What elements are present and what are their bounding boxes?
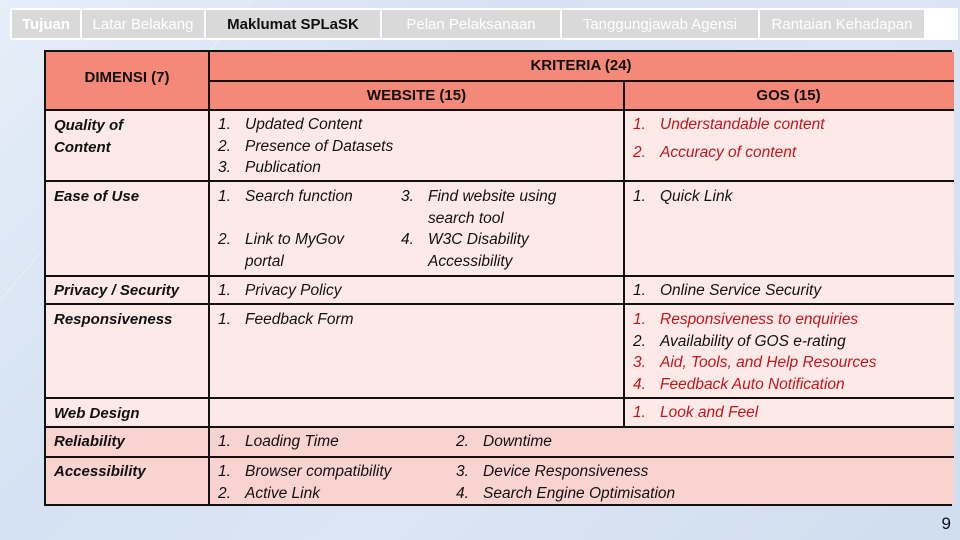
gos-criteria-cell: 1. Understandable content 2. Accuracy of c…: [625, 111, 954, 182]
list-item: 1. Updated Content: [218, 116, 363, 133]
list-item: 4. W3C Disability Accessibility: [401, 231, 529, 270]
tab-maklumat-splask[interactable]: Maklumat SPLaSK: [206, 10, 380, 38]
dimension-label: Web Design: [54, 405, 140, 422]
gos-criteria-cell: 1. Online Service Security: [625, 277, 954, 305]
list-item: 3. Find website using search tool: [401, 188, 557, 227]
section-nav: Tujuan Latar Belakang Maklumat SPLaSK Pe…: [10, 8, 958, 40]
list-item: 1. Loading Time: [218, 433, 339, 450]
gos-criteria-list: 1. Online Service Security: [633, 280, 821, 302]
gos-criteria-cell: 1. Responsiveness to enquiries 2. Availabi…: [625, 305, 954, 399]
criteria-header-cell: KRITERIA (24): [210, 52, 954, 82]
website-criteria-list: 1. Feedback Form: [218, 309, 354, 331]
website-criteria-list: 1. Privacy Policy: [218, 280, 341, 302]
dimension-label: Reliability: [54, 433, 125, 450]
table-row-dimension: Ease of Use: [46, 182, 210, 277]
combined-criteria-list: 3. Device Responsiveness 4. Search Engine …: [456, 461, 675, 504]
combined-criteria-list: 1. Loading Time: [218, 431, 339, 453]
table-row-dimension: Quality of Content: [46, 111, 210, 182]
gos-header: GOS (15): [756, 87, 821, 104]
website-criteria-list: 1. Search function 2. Link to MyGov portal: [218, 186, 353, 272]
list-item: 2. Accuracy of content: [633, 144, 797, 161]
tab-pelan-pelaksanaan[interactable]: Pelan Pelaksanaan: [382, 10, 560, 38]
page-number: 9: [941, 514, 951, 533]
gos-header-cell: GOS (15): [625, 82, 954, 111]
tab-tujuan[interactable]: Tujuan: [12, 10, 80, 38]
combined-criteria-cell: 1. Browser compatibility 2. Active Link 3.…: [210, 458, 954, 504]
list-item: 1. Privacy Policy: [218, 282, 342, 299]
website-criteria-list: 3. Find website using search tool 4. W3C D…: [401, 186, 556, 272]
website-criteria-cell: [210, 399, 625, 428]
list-item: 1. Responsiveness to enquiries: [633, 311, 859, 328]
dimension-label: Responsiveness: [54, 311, 173, 328]
tab-rantaian-kehadapan[interactable]: Rantaian Kehadapan: [760, 10, 924, 38]
gos-criteria-list: 1. Responsiveness to enquiries 2. Availabi…: [633, 309, 877, 395]
dimension-label: Privacy / Security: [54, 282, 180, 299]
table-row-dimension: Web Design: [46, 399, 210, 428]
website-criteria-cell: 1. Feedback Form: [210, 305, 625, 399]
gos-criteria-list: 1. Look and Feel: [633, 402, 758, 424]
dimension-label: Accessibility: [54, 463, 146, 480]
list-item: 1. Browser compatibility: [218, 463, 392, 480]
list-item: 2. Active Link: [218, 484, 320, 502]
website-criteria-cell: 1. Privacy Policy: [210, 277, 625, 305]
dimension-label: Ease of Use: [54, 188, 140, 205]
list-item: 2. Availability of GOS e-rating: [633, 332, 846, 350]
gos-criteria-list: 1. Quick Link: [633, 186, 732, 208]
website-criteria-cell: 1. Updated Content 2. Presence of Datasets…: [210, 111, 625, 182]
table-row-dimension: Responsiveness: [46, 305, 210, 399]
table-row-dimension: Accessibility: [46, 458, 210, 504]
website-criteria-cell: 1. Search function 2. Link to MyGov portal…: [210, 182, 625, 277]
list-item: 4. Feedback Auto Notification: [633, 375, 845, 393]
dimension-header: DIMENSI (7): [84, 69, 170, 86]
dimension-header-cell: DIMENSI (7): [46, 52, 210, 111]
table-row-dimension: Privacy / Security: [46, 277, 210, 305]
website-header: WEBSITE (15): [366, 87, 467, 104]
table-row-dimension: Reliability: [46, 428, 210, 458]
tab-latar-belakang[interactable]: Latar Belakang: [82, 10, 204, 38]
gos-criteria-cell: 1. Look and Feel: [625, 399, 954, 428]
website-criteria-list: 1. Updated Content 2. Presence of Datasets…: [218, 114, 393, 179]
criteria-header: KRITERIA (24): [530, 57, 632, 74]
gos-criteria-cell: 1. Quick Link: [625, 182, 954, 277]
criteria-table: DIMENSI (7) KRITERIA (24) WEBSITE (15) G…: [44, 50, 954, 506]
list-item: 1. Quick Link: [633, 188, 733, 205]
list-item: 2. Presence of Datasets: [218, 137, 394, 155]
website-header-cell: WEBSITE (15): [210, 82, 625, 111]
list-item: 3. Aid, Tools, and Help Resources: [633, 354, 877, 371]
list-item: 1. Feedback Form: [218, 311, 354, 328]
list-item: 3. Device Responsiveness: [456, 463, 649, 480]
list-item: 3. Publication: [218, 159, 321, 176]
list-item: 1. Understandable content: [633, 116, 825, 133]
list-item: 2. Link to MyGov portal: [218, 231, 345, 270]
list-item: 1. Look and Feel: [633, 404, 759, 421]
combined-criteria-cell: 1. Loading Time 2. Downtime: [210, 428, 954, 458]
list-item: 4. Search Engine Optimisation: [456, 484, 676, 502]
gos-criteria-list: 1. Understandable content 2. Accuracy of c…: [633, 111, 825, 167]
combined-criteria-list: 2. Downtime: [456, 431, 552, 453]
list-item: 1. Online Service Security: [633, 282, 822, 299]
list-item: 2. Downtime: [456, 433, 552, 450]
dimension-label: Quality of Content: [54, 117, 124, 156]
tab-tanggungjawab-agensi[interactable]: Tanggungjawab Agensi: [562, 10, 758, 38]
combined-criteria-list: 1. Browser compatibility 2. Active Link: [218, 461, 391, 504]
list-item: 1. Search function: [218, 188, 353, 205]
